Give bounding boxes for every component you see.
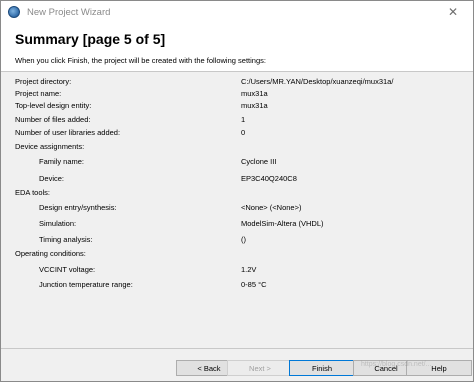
operating-conditions-label: Operating conditions:: [15, 249, 86, 258]
junction-temp-label: Junction temperature range:: [39, 280, 133, 289]
simulation-label: Simulation:: [39, 219, 77, 228]
finish-button[interactable]: Finish: [289, 360, 355, 376]
watermark-text: https://blog.csdn.net/...: [361, 361, 432, 368]
next-button[interactable]: Next >: [227, 360, 293, 376]
summary-panel: Project directory: C:/Users/MR.YAN/Deskt…: [1, 72, 473, 348]
files-added-label: Number of files added:: [15, 115, 91, 124]
wizard-header: Summary [page 5 of 5] When you click Fin…: [1, 23, 473, 71]
device-label: Device:: [39, 174, 65, 183]
new-project-wizard-window: New Project Wizard ✕ Summary [page 5 of …: [0, 0, 474, 382]
eda-tools-label: EDA tools:: [15, 188, 51, 197]
page-heading: Summary [page 5 of 5]: [15, 31, 166, 47]
simulation-value: ModelSim-Altera (VHDL): [241, 219, 324, 228]
window-title: New Project Wizard: [27, 6, 111, 18]
device-assignments-label: Device assignments:: [15, 142, 85, 151]
timing-analysis-value: (): [241, 235, 246, 244]
user-libraries-label: Number of user libraries added:: [15, 128, 121, 137]
project-name-value: mux31a: [241, 89, 268, 98]
project-name-label: Project name:: [15, 89, 62, 98]
close-icon[interactable]: ✕: [443, 3, 463, 21]
timing-analysis-label: Timing analysis:: [39, 235, 93, 244]
user-libraries-value: 0: [241, 128, 246, 137]
project-directory-value: C:/Users/MR.YAN/Desktop/xuanzeqi/mux31a/: [241, 77, 394, 86]
page-subheading: When you click Finish, the project will …: [15, 56, 266, 65]
vccint-value: 1.2V: [241, 265, 257, 274]
family-name-label: Family name:: [39, 157, 85, 166]
files-added-value: 1: [241, 115, 246, 124]
vccint-label: VCCINT voltage:: [39, 265, 96, 274]
wizard-footer: < Back Next > Finish Cancel Help https:/…: [1, 349, 473, 381]
device-value: EP3C40Q240C8: [241, 174, 297, 183]
title-bar[interactable]: New Project Wizard ✕: [1, 1, 473, 23]
design-entry-value: <None> (<None>): [241, 203, 302, 212]
design-entry-label: Design entry/synthesis:: [39, 203, 117, 212]
family-name-value: Cyclone III: [241, 157, 277, 166]
project-directory-label: Project directory:: [15, 77, 72, 86]
top-level-entity-value: mux31a: [241, 101, 268, 110]
junction-temp-value: 0-85 °C: [241, 280, 267, 289]
quartus-app-icon: [8, 6, 20, 18]
top-level-entity-label: Top-level design entity:: [15, 101, 92, 110]
